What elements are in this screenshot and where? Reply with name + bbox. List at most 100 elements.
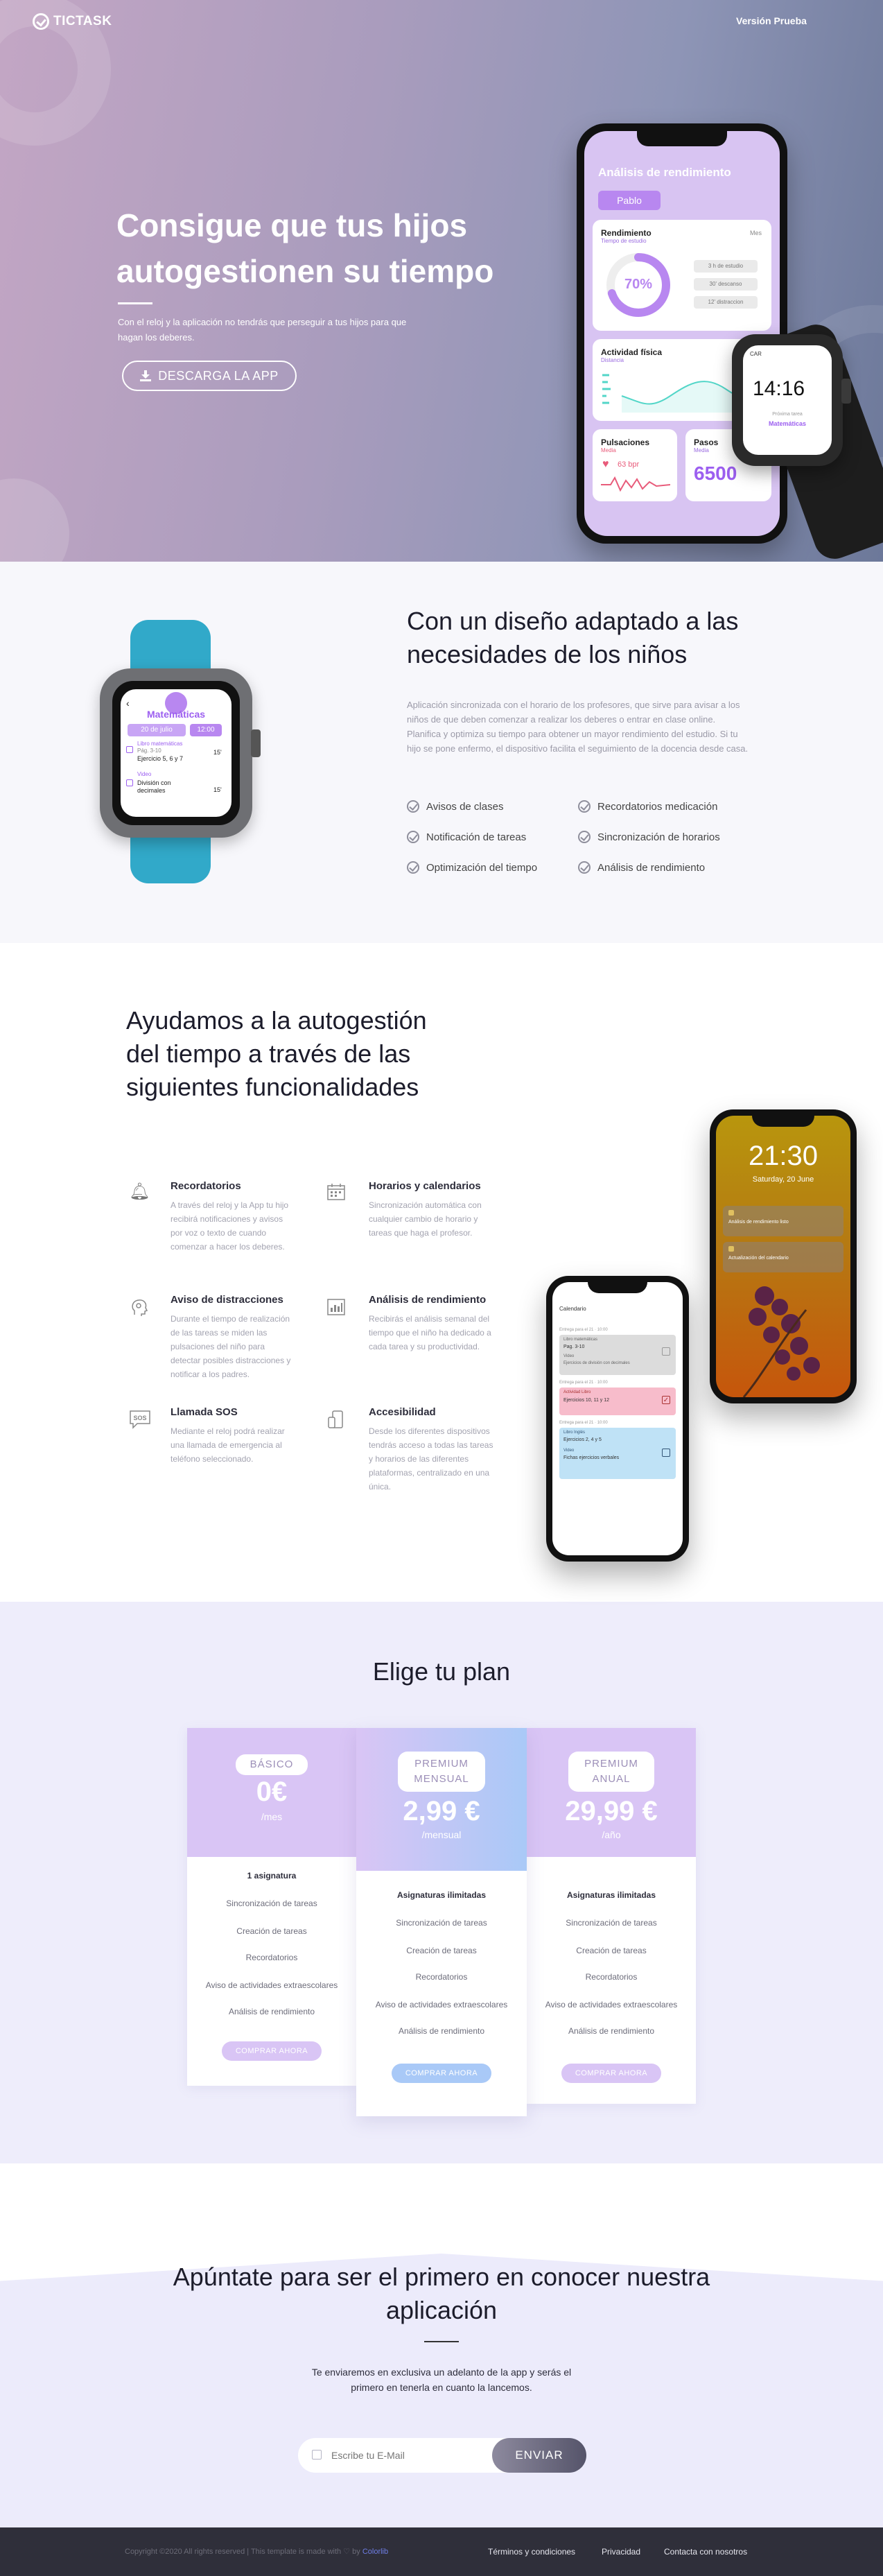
calendar-header: Calendario: [559, 1306, 586, 1312]
plan-feature: Recordatorios: [585, 1972, 638, 1982]
logo[interactable]: TICTASK: [33, 13, 112, 30]
hero-title: Consigue que tus hijos autogestionen su …: [116, 207, 494, 289]
lock-time: 21:30: [748, 1141, 819, 1171]
watch-subject-title: Matemáticas: [146, 709, 206, 720]
credit-link[interactable]: Colorlib: [362, 2548, 388, 2556]
phone-mockup: Análisis de rendimiento Pablo Rendimient…: [577, 123, 787, 544]
plan-feature: Sincronización de tareas: [396, 1918, 487, 1928]
notification-text: Análisis de rendimiento listo: [728, 1220, 789, 1225]
watch-screen: CAR 14:16 Próxima tarea Matemáticas: [743, 345, 832, 455]
plan-feature: Aviso de actividades extraescolares: [205, 1980, 338, 1990]
design-paragraph: Aplicación sincronizada con el horario d…: [407, 700, 749, 754]
task-title: Ejercicios 2, 4 y 5: [563, 1437, 602, 1442]
buy-now-button[interactable]: COMPRAR AHORA: [561, 2064, 661, 2083]
head-icon: [129, 1297, 150, 1317]
task-checkbox[interactable]: [126, 779, 133, 786]
download-app-label: DESCARGA LA APP: [158, 368, 279, 383]
plan-feature: 1 asignatura: [247, 1871, 297, 1881]
footer-link-privacy[interactable]: Privacidad: [602, 2547, 640, 2557]
email-form: ENVIAR: [298, 2438, 586, 2473]
stat-study: 3 h de estudio: [694, 260, 758, 273]
task-checkbox[interactable]: [126, 746, 133, 753]
check-icon: [578, 861, 591, 874]
download-app-button[interactable]: DESCARGA LA APP: [122, 361, 297, 391]
watch-crown: [251, 729, 261, 757]
task-label: Video: [563, 1354, 575, 1358]
watch-bezel: ‹ Matemáticas 20 de julio 12:00 Libro ma…: [112, 681, 240, 825]
task-label: Video: [563, 1449, 575, 1453]
watch-time: 14:16: [753, 377, 805, 400]
design-section: ‹ Matemáticas 20 de julio 12:00 Libro ma…: [0, 562, 883, 943]
task-checkbox-checked[interactable]: ✓: [662, 1396, 670, 1404]
signup-section: Apúntate para ser el primero en conocer …: [0, 2163, 883, 2527]
decor-circle: [0, 478, 69, 562]
task-meta: Entrega para el 21 · 10:00: [559, 1421, 608, 1425]
task-card[interactable]: Libro matemáticas Pag. 3-10 Video Ejerci…: [559, 1335, 676, 1375]
plan-feature: Análisis de rendimiento: [398, 2026, 485, 2036]
functions-title: Ayudamos a la autogestión del tiempo a t…: [126, 1006, 427, 1101]
signup-text: Te enviaremos en exclusiva un adelanto d…: [311, 2367, 572, 2393]
function-text: Desde los diferentes dispositivos tendrá…: [369, 1426, 493, 1492]
task-label: Libro matemáticas: [137, 741, 183, 747]
plan-feature: Asignaturas ilimitadas: [566, 1890, 656, 1900]
app-icon: [728, 1210, 734, 1216]
performance-card: Rendimiento Tiempo de estudio Mes 70% 3 …: [593, 220, 771, 331]
function-text: Sincronización automática con cualquier …: [369, 1200, 482, 1238]
task-title: Pag. 3-10: [563, 1345, 585, 1349]
send-button[interactable]: ENVIAR: [492, 2438, 586, 2473]
notification[interactable]: Análisis de rendimiento listo: [723, 1206, 843, 1236]
nav-version-link[interactable]: Versión Prueba: [736, 15, 807, 26]
stat-break: 30' descanso: [694, 278, 758, 291]
task-label: Libro matemáticas: [563, 1338, 598, 1342]
task-label: Video: [137, 771, 152, 777]
svg-text:SOS: SOS: [133, 1415, 146, 1421]
task-card[interactable]: Actividad Libro Ejercicios 10, 11 y 12 ✓: [559, 1388, 676, 1415]
feature-item: Notificación de tareas: [407, 831, 526, 843]
function-text: Durante el tiempo de realización de las …: [171, 1314, 291, 1379]
pricing-title: Elige tu plan: [372, 1657, 511, 1686]
check-icon: [407, 800, 419, 813]
function-title: Horarios y calendarios: [369, 1180, 481, 1192]
task-duration: 15': [213, 786, 222, 793]
phone-notch: [637, 131, 727, 146]
download-icon: [140, 370, 152, 381]
chart-icon: [326, 1297, 347, 1317]
buy-now-button[interactable]: COMPRAR AHORA: [222, 2041, 322, 2061]
task-card[interactable]: Libro Inglés Ejercicios 2, 4 y 5 Video F…: [559, 1428, 676, 1479]
phone-screen: 21:30 Saturday, 20 June Análisis de rend…: [716, 1116, 850, 1397]
watch-subject: Matemáticas: [768, 420, 807, 427]
card-subtitle: Media: [601, 447, 616, 453]
user-pill[interactable]: Pablo: [598, 191, 661, 210]
hero-subtitle: Con el reloj y la aplicación no tendrás …: [118, 317, 407, 343]
page: TICTASK Versión Prueba Consigue que tus …: [0, 0, 883, 2576]
mail-icon: [312, 2450, 322, 2460]
back-arrow-icon[interactable]: ‹: [126, 698, 130, 709]
lock-date: Saturday, 20 June: [752, 1175, 814, 1184]
phone-screen: Calendario Entrega para el 21 · 10:00 Li…: [552, 1282, 683, 1555]
plan-price: 2,99 €: [403, 1796, 480, 1826]
watch-app-screen: ‹ Matemáticas 20 de julio 12:00 Libro ma…: [121, 689, 231, 817]
phone-notch: [588, 1282, 647, 1293]
plan-feature: Sincronización de tareas: [226, 1899, 317, 1908]
functions-section: Ayudamos a la autogestión del tiempo a t…: [0, 943, 883, 1602]
task-checkbox[interactable]: [662, 1449, 670, 1457]
email-input[interactable]: [331, 2446, 498, 2464]
heart-icon: ♥: [602, 458, 609, 470]
footer-link-contact[interactable]: Contacta con nosotros: [664, 2547, 747, 2557]
footer-link-terms[interactable]: Términos y condiciones: [488, 2547, 575, 2557]
divider: [118, 302, 152, 304]
design-title: Con un diseño adaptado a las necesidades…: [407, 607, 739, 668]
tasks-phone-mockup: Calendario Entrega para el 21 · 10:00 Li…: [546, 1276, 689, 1562]
check-icon: [578, 800, 591, 813]
flower-wallpaper: [742, 1286, 820, 1397]
plan-price: 0€: [256, 1777, 288, 1807]
buy-now-button[interactable]: COMPRAR AHORA: [392, 2064, 491, 2083]
app-icon: [728, 1246, 734, 1252]
task-checkbox[interactable]: [662, 1347, 670, 1356]
lockscreen-phone-mockup: 21:30 Saturday, 20 June Análisis de rend…: [710, 1109, 857, 1403]
feature-item: Sincronización de horarios: [578, 831, 720, 843]
watch-date: 20 de julio: [128, 724, 186, 736]
plan-feature: Creación de tareas: [236, 1926, 307, 1936]
task-meta: Entrega para el 21 · 10:00: [559, 1381, 608, 1385]
plan-feature: Aviso de actividades extraescolares: [545, 2000, 678, 2009]
